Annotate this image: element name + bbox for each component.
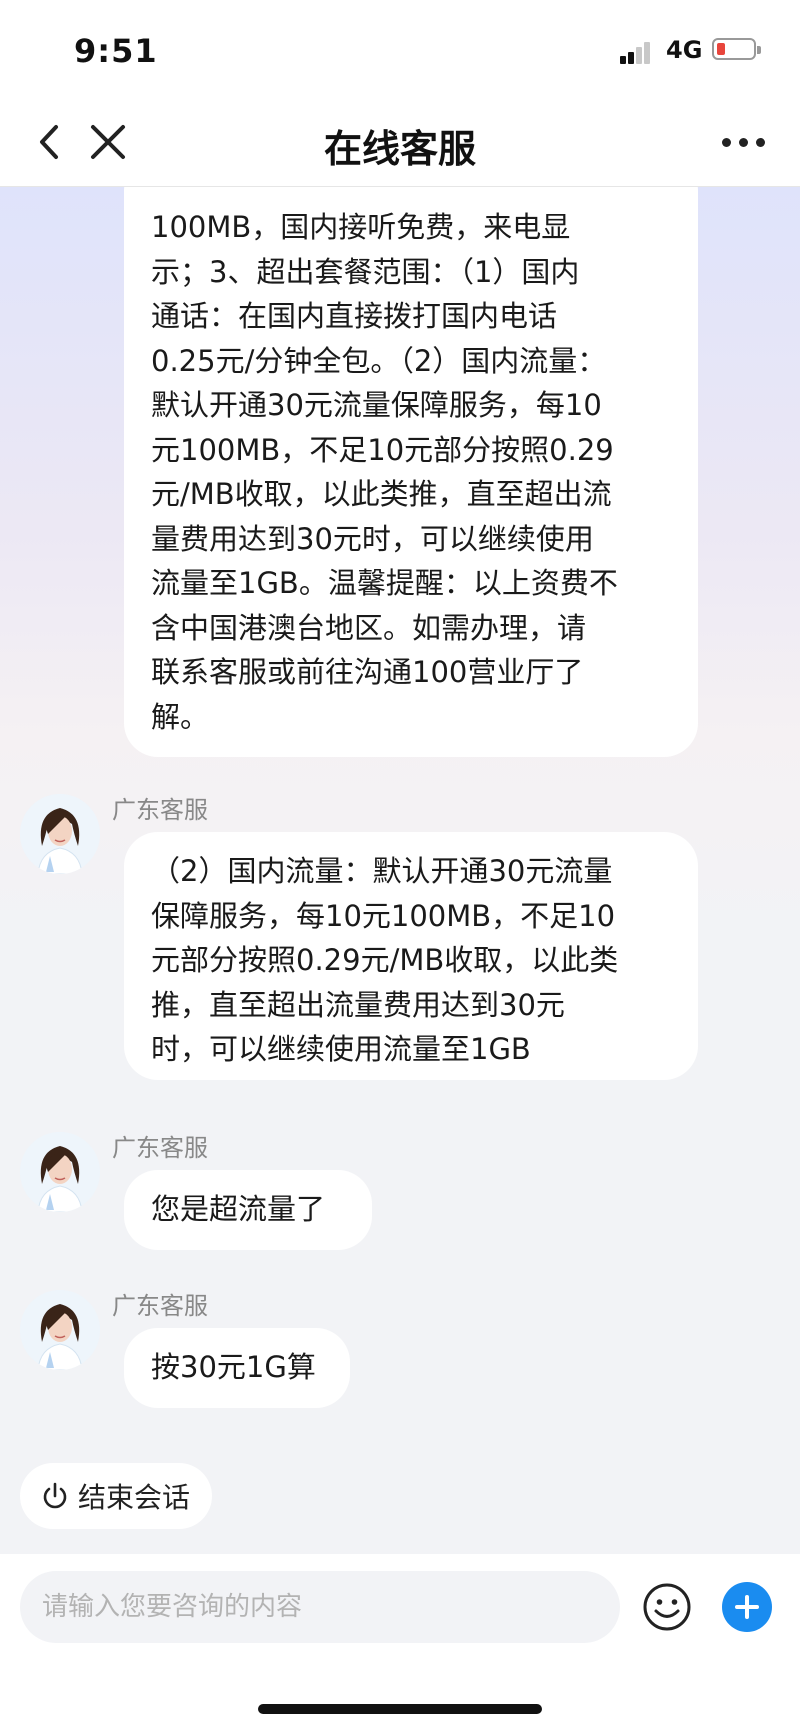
message-input[interactable] (20, 1571, 620, 1643)
sender-name: 广东客服 (112, 1134, 208, 1162)
message-bubble: 您是超流量了 (124, 1170, 372, 1250)
message-text: 按30元1G算 (151, 1350, 316, 1384)
end-session-button[interactable]: 结束会话 (20, 1463, 213, 1529)
home-indicator (258, 1704, 542, 1714)
message-text: 您是超流量了 (151, 1192, 326, 1226)
status-time: 9:51 (74, 32, 158, 70)
chat-area[interactable]: 100MB，国内接听免费，来电显 示；3、超出套餐范围：（1）国内 通话：在国内… (0, 187, 800, 1554)
status-bar: 9:51 4G (0, 0, 800, 100)
message-bubble: （2）国内流量：默认开通30元流量 保障服务，每10元100MB，不足10 元部… (124, 832, 698, 1080)
message-text: 100MB，国内接听免费，来电显 示；3、超出套餐范围：（1）国内 通话：在国内… (151, 210, 618, 734)
signal-icon (620, 40, 656, 64)
sender-name: 广东客服 (112, 796, 208, 824)
agent-avatar[interactable] (20, 794, 100, 874)
emoji-icon[interactable] (642, 1582, 692, 1632)
more-icon[interactable] (720, 134, 768, 150)
network-type: 4G (666, 36, 703, 64)
message-bubble: 按30元1G算 (124, 1328, 350, 1408)
end-session-label: 结束会话 (78, 1481, 191, 1514)
power-icon (43, 1482, 67, 1509)
plus-button[interactable] (722, 1582, 772, 1632)
battery-icon (712, 38, 761, 60)
agent-avatar[interactable] (20, 1290, 100, 1370)
message-text: （2）国内流量：默认开通30元流量 保障服务，每10元100MB，不足10 元部… (151, 854, 619, 1066)
agent-avatar[interactable] (20, 1132, 100, 1212)
message-bubble: 100MB，国内接听免费，来电显 示；3、超出套餐范围：（1）国内 通话：在国内… (124, 187, 698, 757)
sender-name: 广东客服 (112, 1292, 208, 1320)
nav-bar: 在线客服 (0, 100, 800, 187)
input-bar (0, 1554, 800, 1731)
page-title: 在线客服 (323, 127, 476, 171)
